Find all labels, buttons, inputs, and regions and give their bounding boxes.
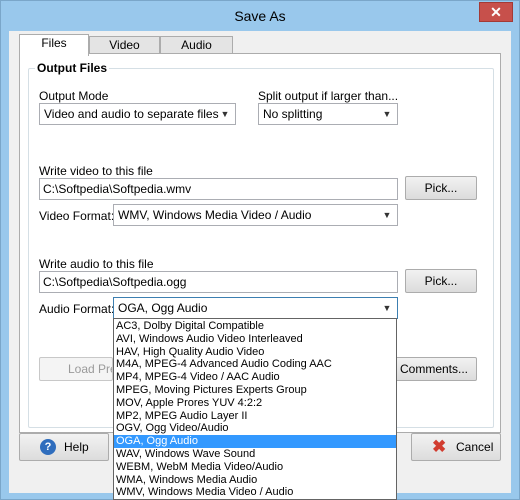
dropdown-option[interactable]: WMA, Windows Media Audio xyxy=(114,474,396,487)
save-as-window: Save As ✕ Files Video Audio Output Files… xyxy=(0,0,520,500)
split-output-label: Split output if larger than... xyxy=(258,89,399,103)
dropdown-option[interactable]: M4A, MPEG-4 Advanced Audio Coding AAC xyxy=(114,358,396,371)
dropdown-option[interactable]: MP4, MPEG-4 Video / AAC Audio xyxy=(114,371,396,384)
dropdown-option[interactable]: AVI, Windows Audio Video Interleaved xyxy=(114,333,396,346)
cancel-icon: ✖ xyxy=(432,437,447,456)
window-title: Save As xyxy=(234,8,286,24)
output-mode-label: Output Mode xyxy=(39,89,109,103)
output-mode-value: Video and audio to separate files xyxy=(44,107,219,121)
split-output-value: No splitting xyxy=(263,107,323,121)
close-button[interactable]: ✕ xyxy=(479,2,513,22)
audio-path-input[interactable]: C:\Softpedia\Softpedia.ogg xyxy=(39,271,398,293)
load-preset-label: Load Pre xyxy=(68,362,113,376)
comments-label: Comments... xyxy=(399,362,468,376)
output-mode-select[interactable]: Video and audio to separate files ▼ xyxy=(39,103,236,125)
dropdown-option[interactable]: MPEG, Moving Pictures Experts Group xyxy=(114,384,396,397)
title-bar[interactable]: Save As ✕ xyxy=(1,1,519,31)
video-path-input[interactable]: C:\Softpedia\Softpedia.wmv xyxy=(39,178,398,200)
dropdown-option[interactable]: MP2, MPEG Audio Layer II xyxy=(114,410,396,423)
cancel-button[interactable]: ✖ Cancel xyxy=(411,433,501,461)
help-button[interactable]: ? Help xyxy=(19,433,109,461)
help-label: Help xyxy=(64,440,89,454)
load-preset-button[interactable]: Load Pre xyxy=(39,357,113,381)
pick-video-button[interactable]: Pick... xyxy=(405,176,477,200)
audio-format-select[interactable]: OGA, Ogg Audio ▼ xyxy=(113,297,398,319)
write-video-label: Write video to this file xyxy=(39,164,153,178)
chevron-down-icon: ▼ xyxy=(382,109,392,119)
chevron-down-icon: ▼ xyxy=(382,303,392,313)
video-format-value: WMV, Windows Media Video / Audio xyxy=(118,208,312,222)
comments-button[interactable]: Comments... xyxy=(385,357,477,381)
close-icon: ✕ xyxy=(490,4,502,20)
help-icon: ? xyxy=(40,439,56,455)
chevron-down-icon: ▼ xyxy=(220,109,230,119)
video-format-select[interactable]: WMV, Windows Media Video / Audio ▼ xyxy=(113,204,398,226)
dropdown-option[interactable]: WEBM, WebM Media Video/Audio xyxy=(114,461,396,474)
write-audio-label: Write audio to this file xyxy=(39,257,154,271)
split-output-select[interactable]: No splitting ▼ xyxy=(258,103,398,125)
cancel-label: Cancel xyxy=(456,440,494,454)
dropdown-option[interactable]: MOV, Apple Prores YUV 4:2:2 xyxy=(114,397,396,410)
video-format-label: Video Format: xyxy=(39,209,115,223)
audio-format-dropdown-list[interactable]: AC3, Dolby Digital Compatible AVI, Window… xyxy=(113,318,397,500)
chevron-down-icon: ▼ xyxy=(382,210,392,220)
dropdown-option[interactable]: HAV, High Quality Audio Video xyxy=(114,346,396,359)
dropdown-option[interactable]: AC3, Dolby Digital Compatible xyxy=(114,320,396,333)
group-title: Output Files xyxy=(35,61,109,75)
tab-files[interactable]: Files xyxy=(19,34,89,56)
dropdown-option[interactable]: OGA, Ogg Audio xyxy=(114,435,396,448)
audio-format-value: OGA, Ogg Audio xyxy=(118,301,208,315)
dropdown-option[interactable]: WAV, Windows Wave Sound xyxy=(114,448,396,461)
pick-audio-button[interactable]: Pick... xyxy=(405,269,477,293)
dropdown-option[interactable]: WMV, Windows Media Video / Audio xyxy=(114,486,396,499)
dropdown-option[interactable]: OGV, Ogg Video/Audio xyxy=(114,422,396,435)
audio-format-label: Audio Format: xyxy=(39,302,115,316)
